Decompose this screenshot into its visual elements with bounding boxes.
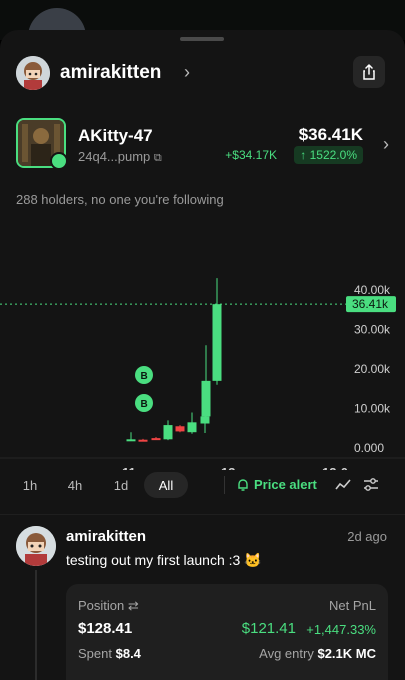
post-author-avatar[interactable] <box>16 526 56 566</box>
y-tick-label: 20.00k <box>354 362 391 376</box>
net-pnl-label: Net PnL <box>329 598 376 613</box>
bell-icon <box>238 478 248 491</box>
net-pnl-value: $121.41 <box>241 620 296 637</box>
avg-entry: Avg entry $2.1K MC <box>259 646 376 661</box>
candle-body <box>163 425 173 440</box>
line-chart-icon[interactable] <box>334 476 352 494</box>
y-tick-label: 30.00k <box>354 323 391 337</box>
candle-body <box>201 380 211 417</box>
y-tick-label: 40.00k <box>354 283 391 297</box>
sheet-grabber[interactable] <box>180 37 224 41</box>
avg-entry-value: $2.1K MC <box>317 646 376 661</box>
settings-sliders-icon[interactable] <box>362 476 380 494</box>
x-tick-label: 12:0 <box>322 465 348 470</box>
candle-body <box>212 304 222 381</box>
candle-body <box>200 416 210 424</box>
post-timestamp: 2d ago <box>347 529 387 544</box>
candle-body <box>187 422 197 433</box>
candle-body <box>175 426 185 432</box>
price-alert-button[interactable]: Price alert <box>236 477 317 492</box>
position-value: $128.41 <box>78 620 133 637</box>
avg-entry-label: Avg entry <box>259 646 314 661</box>
candle-body <box>138 439 148 442</box>
current-price-label: 36.41k <box>352 297 389 311</box>
token-address-text: 24q4...pump <box>78 149 151 164</box>
thread-line <box>35 570 37 680</box>
profile-username[interactable]: amirakitten <box>60 62 161 84</box>
position-label: Position ⇄ <box>78 598 139 614</box>
chevron-right-icon[interactable]: › <box>184 62 190 83</box>
net-pnl-percent: +1,447.33% <box>306 622 376 637</box>
spent-label-text: Spent <box>78 646 112 661</box>
profile-avatar[interactable] <box>16 56 50 90</box>
timeframe-4h[interactable]: 4h <box>58 472 92 498</box>
candle-body <box>126 439 136 442</box>
buy-marker-label: B <box>141 399 148 410</box>
token-address[interactable]: 24q4...pump ⧉ <box>78 149 162 165</box>
chevron-right-icon[interactable]: › <box>383 134 389 155</box>
share-icon <box>363 64 375 80</box>
price-alert-label: Price alert <box>254 477 317 492</box>
position-label-text: Position <box>78 598 125 613</box>
avatar-image <box>16 56 50 90</box>
candle-body <box>151 438 161 441</box>
buy-marker-label: B <box>141 371 148 382</box>
spent-value: $8.4 <box>115 646 141 661</box>
timeframe-1d[interactable]: 1d <box>104 472 138 498</box>
y-tick-label: 10.00k <box>354 402 391 416</box>
post-text: testing out my first launch :3 🐱 <box>66 552 262 568</box>
price-change-percent: ↑ 1522.0% <box>294 146 363 164</box>
copy-icon[interactable]: ⧉ <box>154 152 162 164</box>
price-chart[interactable]: 40.00k 30.00k 20.00k 10.00k 0.000 36.41k B B 11 1… <box>0 230 405 470</box>
timeframe-all[interactable]: All <box>144 472 188 498</box>
share-button[interactable] <box>353 56 385 88</box>
token-price: $36.41K <box>298 125 363 144</box>
pill-icon <box>50 152 68 170</box>
avatar-image <box>16 526 56 566</box>
token-name[interactable]: AKitty-47 <box>78 126 153 146</box>
post-author[interactable]: amirakitten <box>66 528 146 545</box>
section-divider <box>0 514 405 515</box>
position-card[interactable]: Position ⇄ Net PnL $128.41 $121.41 +1,44… <box>66 584 388 680</box>
divider <box>224 476 225 494</box>
spent-label: Spent $8.4 <box>78 646 141 661</box>
timeframe-1h[interactable]: 1h <box>16 472 44 498</box>
x-tick-label: 11 <box>122 465 136 470</box>
holders-summary: 288 holders, no one you're following <box>16 192 224 207</box>
y-tick-label: 0.000 <box>354 441 384 455</box>
swap-icon[interactable]: ⇄ <box>128 598 139 613</box>
x-tick-label: 13 <box>221 465 235 470</box>
price-change-absolute: +$34.17K <box>225 148 277 162</box>
bottom-sheet: amirakitten › AKitty-47 24q4...pump ⧉ $3… <box>0 30 405 680</box>
